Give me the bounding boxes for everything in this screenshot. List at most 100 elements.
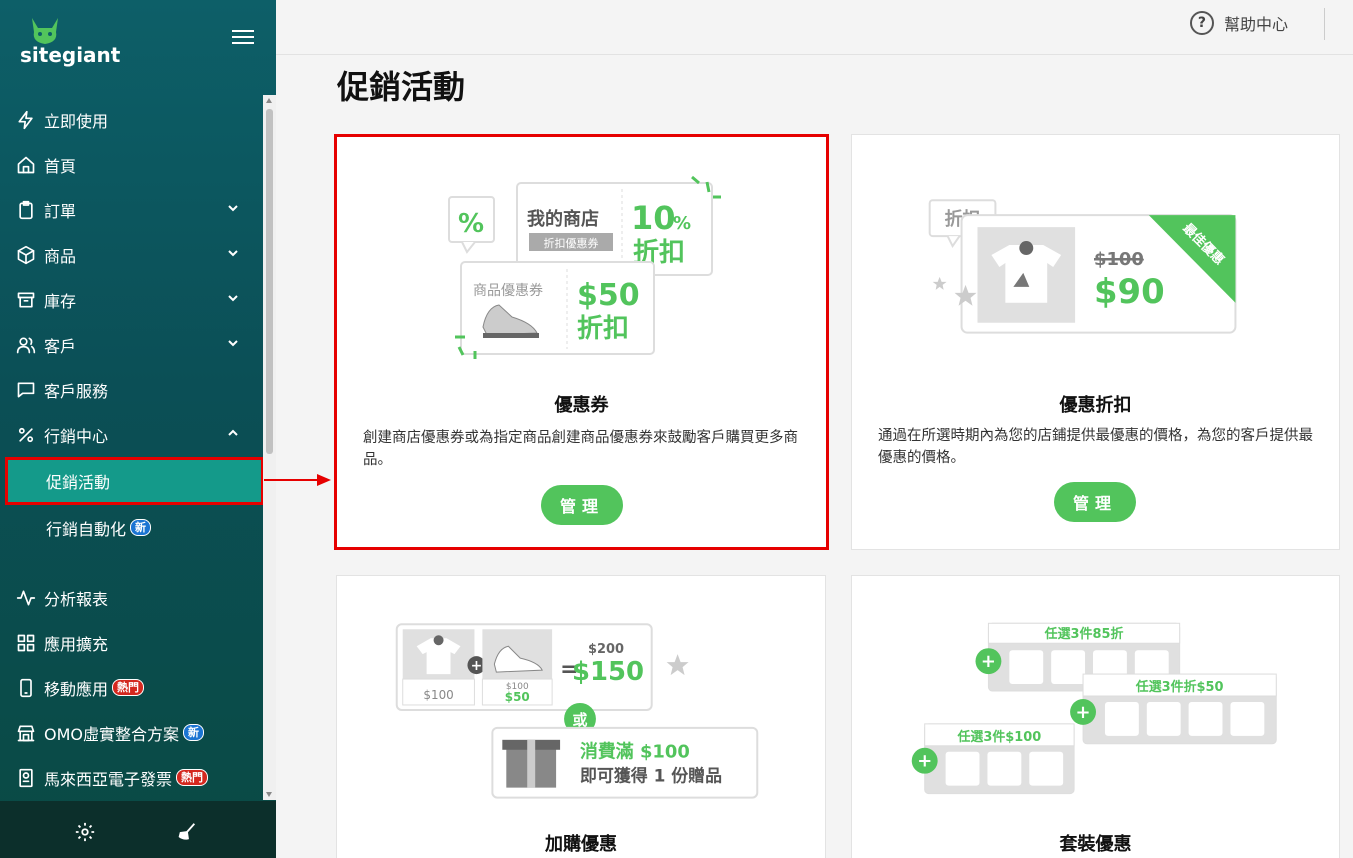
card-description: 創建商店優惠券或為指定商品創建商品優惠券來鼓勵客戶購買更多商品。 [363,430,798,468]
card-addon[interactable]: $100 + $100 $50 = $200 $150 或 消費滿 $100 即… [336,575,826,858]
addon-total-old: $200 [588,642,624,657]
chevron-down-icon[interactable] [226,336,240,350]
sidebar-item-label: 首頁 [44,156,77,176]
card-title: 加購優惠 [545,834,617,855]
topbar-divider [1324,8,1325,40]
svg-text:+: + [917,751,932,772]
manage-coupons-button[interactable]: 管理 [541,485,623,525]
bundle-group-2: 任選3件折$50 + [1070,673,1277,745]
activity-icon [16,588,36,608]
page-title: 促銷活動 [337,68,466,106]
sidebar-item-2[interactable]: 訂單 [0,187,262,232]
sidebar-item-4[interactable]: 庫存 [0,277,262,322]
sidebar-item-7[interactable]: 行銷中心 [0,412,262,457]
hot-badge: 熱門 [112,679,145,696]
sidebar-scrollbar[interactable] [263,95,276,800]
store-icon [16,723,36,743]
scroll-down-icon[interactable] [266,792,272,797]
sidebar-item-label: OMO虛實整合方案 [44,724,179,744]
chevron-down-icon[interactable] [226,246,240,260]
gift-line2: 即可獲得 1 份贈品 [580,766,722,786]
card-discount[interactable]: 折扣 $100 $90 最佳優惠 優惠折扣 通過在所選時期內為您的店鋪提供最優惠… [851,134,1340,550]
percent-sign: % [673,213,691,234]
sidebar-item-label: 商品 [44,246,77,266]
sidebar-footer [0,801,276,858]
sidebar: sitegiant 立即使用 首頁 訂單 商品 庫存 客戶 客戶服務 行銷中心 促銷活動 行銷自動… [0,0,276,858]
receipt-icon [16,768,36,788]
sitegiant-logo[interactable]: sitegiant [18,12,128,72]
sidebar-item2-2[interactable]: 移動應用 熱門 [0,665,262,710]
card-bundle[interactable]: 任選3件85折 + 任選3件折$50 + 任選3件$100 + 套裝優惠 [851,575,1340,858]
shop-coupon-title: 我的商店 [527,208,599,230]
product-coupon-amount: $50 [577,278,640,313]
card-title: 優惠折扣 [1059,395,1132,416]
grid-icon [16,633,36,653]
help-label: 幫助中心 [1223,15,1288,34]
shop-coupon-tag: 折扣優惠券 [544,236,599,250]
sidebar-item-6[interactable]: 客戶服務 [0,367,262,412]
annotation-arrow-head [317,474,331,486]
users-icon [16,335,36,355]
annotation-arrow [264,479,319,481]
sidebar-subitem-1[interactable]: 行銷自動化新 [0,505,262,550]
percent-value: 10 [631,199,676,237]
card-title: 優惠券 [554,395,609,416]
broom-icon[interactable] [176,821,198,843]
sidebar-item-label: 行銷中心 [44,426,109,446]
scroll-up-icon[interactable] [266,98,272,103]
phone-icon [16,678,36,698]
sidebar-item-label: 立即使用 [44,111,109,131]
manage-discount-button[interactable]: 管理 [1054,482,1136,522]
chat-icon [16,380,36,400]
sidebar-item2-4[interactable]: 馬來西亞電子發票 熱門 [0,755,262,800]
sidebar-item-label: 移動應用 [44,679,109,699]
chevron-down-icon[interactable] [226,201,240,215]
coupon-illustration: % 我的商店 折扣優惠券 10 % 折扣 商品優惠券 $50 折扣 [448,175,721,359]
card-coupons[interactable]: % 我的商店 折扣優惠券 10 % 折扣 商品優惠券 $50 折扣 優惠券 創建… [334,134,829,550]
chevron-down-icon[interactable] [226,291,240,305]
bundle-group-3: 任選3件$100 + [911,723,1075,795]
addon-item1-price: $100 [423,688,453,702]
addon-item2-new: $50 [505,690,530,704]
addon-illustration: $100 + $100 $50 = $200 $150 或 消費滿 $100 即… [395,623,759,799]
svg-text:+: + [471,658,483,674]
sidebar-item-label: 分析報表 [44,589,109,609]
card-description: 通過在所選時期內為您的店鋪提供最優惠的價格，為您的客戶提供最優惠的價格。 [878,428,1313,466]
sidebar-item-0[interactable]: 立即使用 [0,97,262,142]
bundle1-label: 任選3件85折 [1044,626,1124,642]
sidebar-subitem-label: 行銷自動化 [46,519,127,539]
home-icon [16,155,36,175]
product-coupon-title: 商品優惠券 [473,283,543,299]
scrollbar-thumb[interactable] [266,109,273,454]
discount-new-price: $90 [1094,272,1165,311]
help-center-link[interactable]: ? 幫助中心 [1189,11,1288,35]
clipboard-icon [16,200,36,220]
sidebar-item2-0[interactable]: 分析報表 [0,575,262,620]
hot-badge: 熱門 [176,769,209,786]
svg-text:+: + [981,651,996,672]
sidebar-item-3[interactable]: 商品 [0,232,262,277]
logo-text: sitegiant [20,43,121,67]
menu-toggle-button[interactable] [232,26,254,46]
sidebar-item-1[interactable]: 首頁 [0,142,262,187]
sidebar-item-label: 客戶 [44,336,77,356]
discount-illustration: 折扣 $100 $90 最佳優惠 [928,199,1237,334]
addon-total-new: $150 [572,657,644,687]
card-title: 套裝優惠 [1059,834,1132,855]
percent-icon [16,425,36,445]
percent-bubble-text: % [458,209,484,239]
gift-line1: 消費滿 $100 [580,741,690,763]
help-icon: ? [1189,11,1214,35]
addon-or: 或 [573,711,588,729]
sidebar-nav: 立即使用首頁訂單商品庫存客戶客戶服務行銷中心促銷活動 行銷自動化新分析報表應用擴充… [0,97,264,800]
sidebar-subitem-0[interactable]: 促銷活動 [5,457,264,505]
sidebar-item-5[interactable]: 客戶 [0,322,262,367]
sidebar-item2-1[interactable]: 應用擴充 [0,620,262,665]
sidebar-item-label: 應用擴充 [44,634,109,654]
chevron-up-icon[interactable] [226,426,240,440]
archive-icon [16,290,36,310]
svg-text:+: + [1076,702,1091,723]
sidebar-item2-3[interactable]: OMO虛實整合方案新 [0,710,262,755]
settings-icon[interactable] [74,821,96,843]
